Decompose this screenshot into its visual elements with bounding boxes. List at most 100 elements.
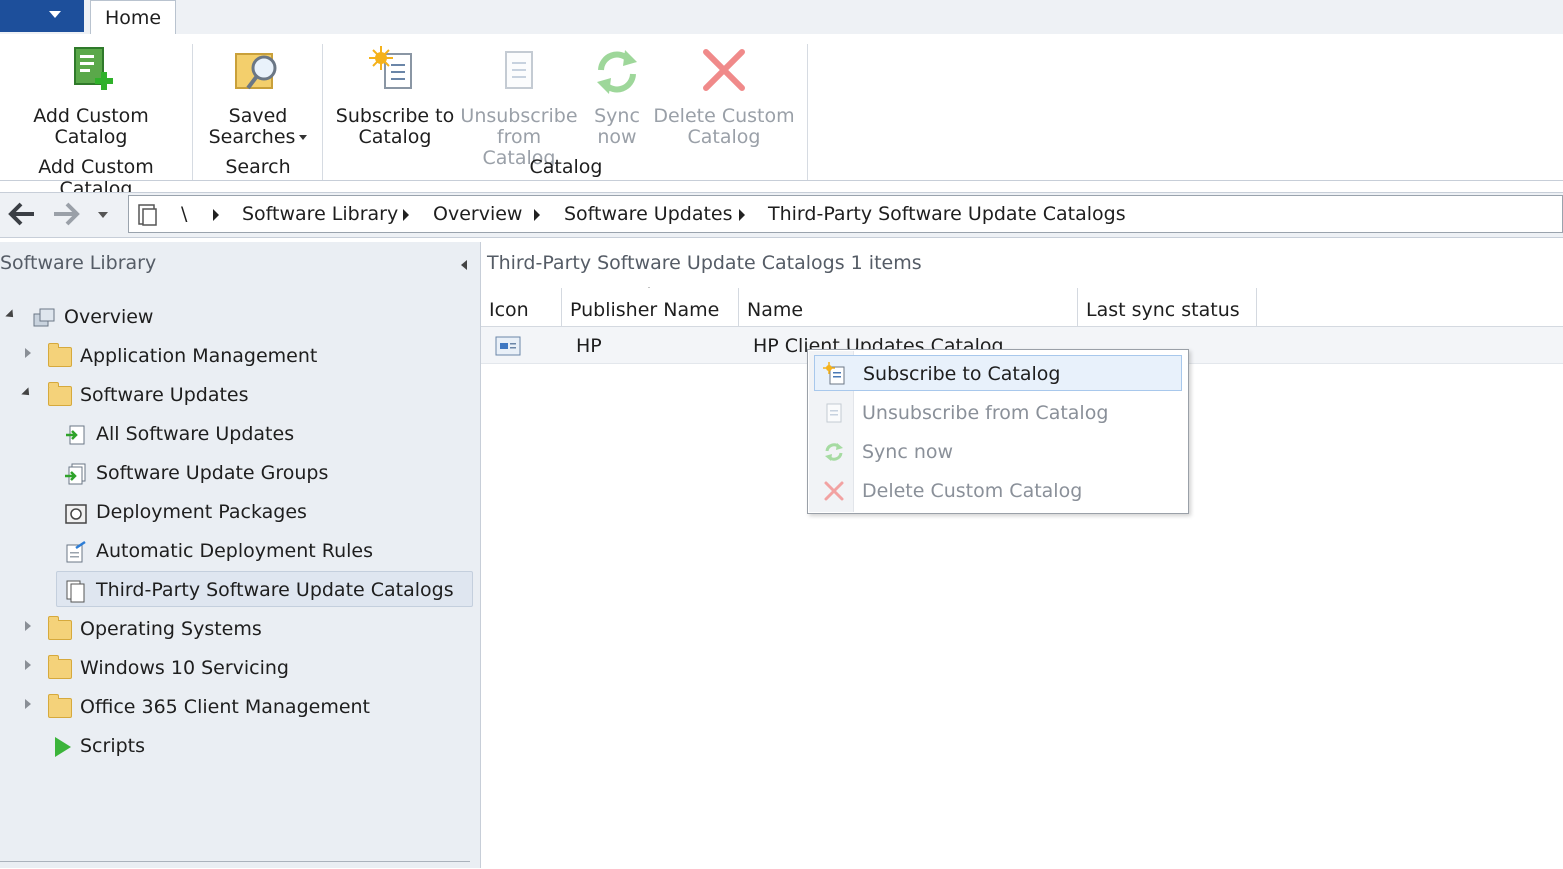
deployment-package-icon [65, 503, 87, 524]
delete-label-1: Delete Custom [653, 105, 795, 127]
folder-icon [48, 342, 72, 367]
menu-item-label: Unsubscribe from Catalog [862, 402, 1109, 424]
menu-item-label: Sync now [862, 441, 954, 463]
breadcrumb-separator-icon[interactable] [403, 209, 409, 221]
tree-item-software-updates[interactable]: Software Updates [48, 378, 249, 412]
column-header-name[interactable]: Name [739, 288, 1078, 326]
cell-publisher: HP [576, 335, 602, 357]
breadcrumb-overview[interactable]: Overview [433, 196, 522, 232]
tree-label: Third-Party Software Update Catalogs [96, 579, 454, 601]
tree-item-automatic-deployment-rules[interactable]: Automatic Deployment Rules [64, 534, 373, 568]
delete-custom-catalog-button[interactable]: Delete Custom Catalog [652, 44, 796, 148]
forward-arrow-icon[interactable] [50, 200, 82, 228]
ribbon-separator [322, 44, 323, 180]
software-update-icon [66, 425, 85, 444]
back-arrow-icon[interactable] [6, 200, 38, 228]
subscribe-catalog-icon [369, 46, 412, 89]
tree-label: Office 365 Client Management [80, 696, 371, 718]
sync-label-2: now [597, 126, 637, 148]
add-custom-catalog-label-1: Add Custom [33, 105, 149, 127]
tree-item-application-management[interactable]: Application Management [48, 339, 317, 373]
menu-item-delete-custom-catalog[interactable]: Delete Custom Catalog [814, 473, 1182, 509]
tree-label: Scripts [80, 735, 146, 757]
tree-item-windows-10-servicing[interactable]: Windows 10 Servicing [48, 651, 289, 685]
collapsed-arrow-icon[interactable] [25, 348, 31, 358]
catalog-location-icon [138, 204, 157, 226]
saved-searches-icon [235, 53, 277, 90]
saved-searches-button[interactable]: Saved Searches [200, 44, 316, 148]
subscribe-to-catalog-button[interactable]: Subscribe to Catalog [334, 44, 456, 148]
subscribe-label-2: Catalog [358, 126, 432, 148]
tree-label: All Software Updates [96, 423, 295, 445]
application-menu-button[interactable] [0, 0, 84, 32]
unsubscribe-catalog-icon [505, 51, 533, 89]
column-header-icon[interactable]: Icon [481, 288, 562, 326]
collapse-pane-chevron-icon[interactable] [461, 260, 467, 270]
folder-icon [48, 654, 72, 679]
breadcrumb-separator-icon[interactable] [213, 209, 219, 221]
list-header: Icon Publisher Name Name Last sync statu… [481, 288, 1563, 327]
column-header-last-sync-status[interactable]: Last sync status [1078, 288, 1257, 326]
catalog-icon [66, 580, 85, 602]
overview-icon [33, 308, 55, 326]
history-dropdown-icon[interactable] [98, 212, 108, 218]
delete-icon [824, 481, 844, 501]
subscribe-label-1: Subscribe to [335, 105, 455, 127]
tree-label: Operating Systems [80, 618, 262, 640]
group-label-search: Search [225, 156, 291, 178]
add-custom-catalog-button[interactable]: Add Custom Catalog [20, 44, 162, 148]
tree-label: Software Updates [80, 384, 249, 406]
tree-item-all-software-updates[interactable]: All Software Updates [64, 417, 294, 451]
saved-searches-label-1: Saved [228, 105, 288, 127]
breadcrumb-software-library[interactable]: Software Library [242, 196, 398, 232]
menu-item-unsubscribe-from-catalog[interactable]: Unsubscribe from Catalog [814, 395, 1182, 431]
menu-item-subscribe-to-catalog[interactable]: Subscribe to Catalog [814, 355, 1182, 391]
group-label-catalog: Catalog [529, 156, 603, 178]
tab-home[interactable]: Home [90, 0, 176, 35]
tree-item-office-365-client-management[interactable]: Office 365 Client Management [48, 690, 370, 724]
ribbon-separator [807, 44, 808, 180]
ribbon-tab-strip [0, 0, 1563, 35]
unsubscribe-label-1: Unsubscribe [460, 105, 578, 127]
collapsed-arrow-icon[interactable] [25, 660, 31, 670]
folder-icon [48, 693, 72, 718]
breadcrumb-root[interactable]: \ [181, 196, 187, 232]
run-script-icon [55, 736, 71, 757]
breadcrumb-separator-icon[interactable] [534, 209, 540, 221]
menu-item-label: Subscribe to Catalog [863, 363, 1061, 385]
folder-icon [48, 615, 72, 640]
tree-item-scripts[interactable]: Scripts [52, 729, 145, 763]
ribbon: Add Custom Catalog Add Custom Catalog Sa… [0, 34, 1563, 200]
breadcrumb-third-party-catalogs[interactable]: Third-Party Software Update Catalogs [768, 196, 1126, 232]
dropdown-arrow-icon [49, 11, 61, 18]
tree-label: Software Update Groups [96, 462, 329, 484]
folder-icon [48, 381, 72, 406]
results-title: Third-Party Software Update Catalogs 1 i… [487, 252, 922, 274]
tree-label: Application Management [80, 345, 318, 367]
context-menu: Subscribe to Catalog Unsubscribe from Ca… [807, 349, 1189, 514]
tree-item-overview[interactable]: Overview [32, 300, 153, 334]
menu-item-sync-now[interactable]: Sync now [814, 434, 1182, 470]
tree-item-deployment-packages[interactable]: Deployment Packages [64, 495, 307, 529]
column-header-publisher-name[interactable]: Publisher Name [562, 288, 739, 326]
breadcrumb-software-updates[interactable]: Software Updates [564, 196, 733, 232]
breadcrumb-separator-icon[interactable] [739, 209, 745, 221]
catalog-row-icon [495, 336, 521, 356]
subscribe-catalog-icon [823, 362, 845, 385]
unsubscribe-catalog-icon [826, 403, 842, 423]
tree-item-software-update-groups[interactable]: Software Update Groups [64, 456, 328, 490]
collapsed-arrow-icon[interactable] [25, 621, 31, 631]
tree-item-third-party-catalogs[interactable]: Third-Party Software Update Catalogs [64, 573, 454, 607]
address-bar[interactable]: \ Software Library Overview Software Upd… [128, 195, 1563, 233]
unsubscribe-from-catalog-button[interactable]: Unsubscribe from Catalog [458, 44, 580, 169]
delete-icon [703, 49, 745, 91]
sync-label-1: Sync [594, 105, 640, 127]
saved-searches-label-2: Searches [208, 126, 296, 148]
sync-now-button[interactable]: Sync now [584, 44, 650, 148]
tree-label: Windows 10 Servicing [80, 657, 289, 679]
collapsed-arrow-icon[interactable] [25, 699, 31, 709]
tree-label: Automatic Deployment Rules [96, 540, 373, 562]
tree-item-operating-systems[interactable]: Operating Systems [48, 612, 262, 646]
update-group-icon [65, 463, 86, 484]
dropdown-arrow-icon [299, 135, 308, 140]
